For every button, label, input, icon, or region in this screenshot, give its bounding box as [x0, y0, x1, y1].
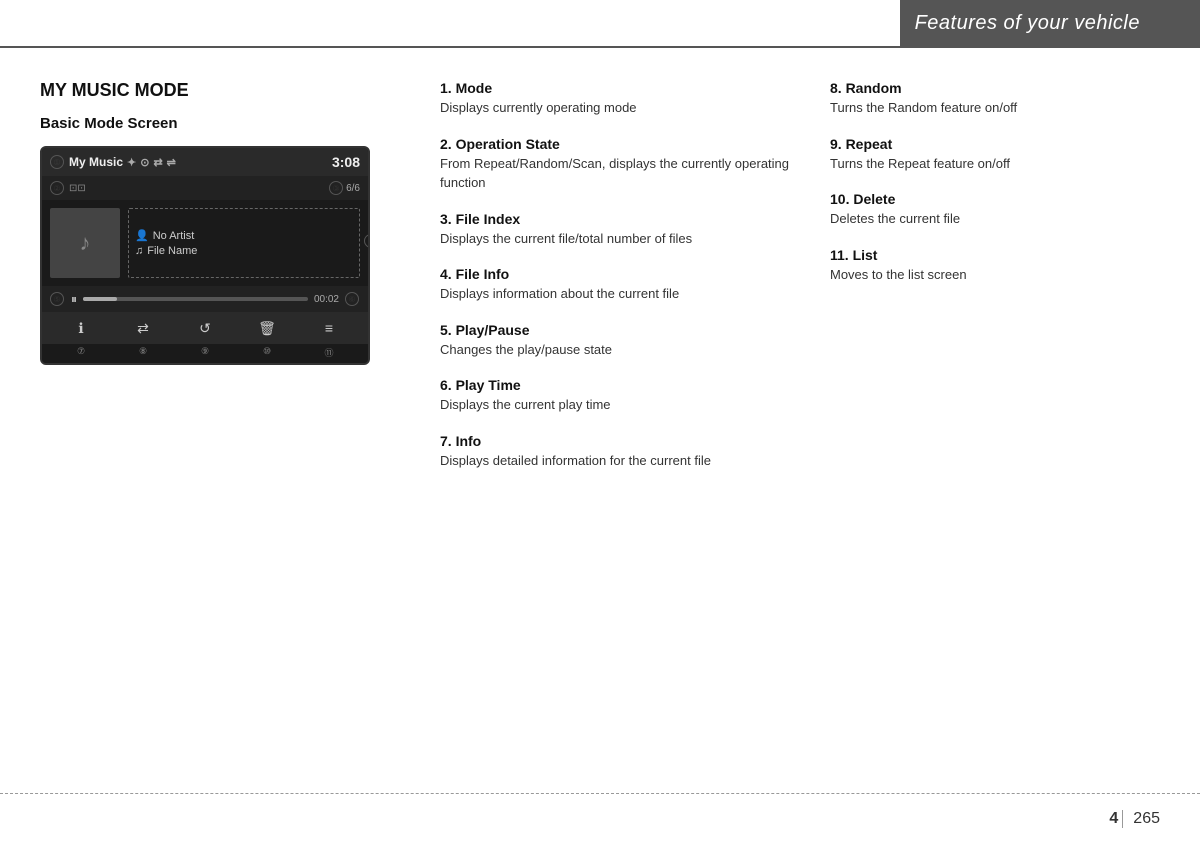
section-title: MY MUSIC MODE — [40, 80, 420, 101]
screen-controls: ℹ ⇄ ↺ 🗑 ≡ — [42, 312, 368, 344]
item-6: 6. Play Time Displays the current play t… — [440, 377, 800, 415]
screen-main: ♪ 👤 No Artist ♫ File Name ④ — [42, 200, 368, 286]
label-4-outside: ④ — [364, 234, 370, 252]
shuffle-btn[interactable]: ⇄ — [125, 320, 161, 337]
ctrl-label-10: ⑩ — [249, 346, 285, 359]
item-10: 10. Delete Deletes the current file — [830, 191, 1160, 229]
item-10-desc: Deletes the current file — [830, 209, 1160, 229]
item-10-title: 10. Delete — [830, 191, 1160, 207]
screen-top-left: ① My Music ✦ ⊙ ⇄ ⇌ — [50, 155, 176, 169]
info-icon: ℹ — [78, 320, 83, 337]
item-2: 2. Operation State From Repeat/Random/Sc… — [440, 136, 800, 193]
progress-track — [83, 297, 308, 301]
mode-label: My Music — [69, 155, 123, 169]
item-11-title: 11. List — [830, 247, 1160, 263]
label-6: ⑥ — [345, 292, 359, 306]
item-9-desc: Turns the Repeat feature on/off — [830, 154, 1160, 174]
item-8: 8. Random Turns the Random feature on/of… — [830, 80, 1160, 118]
track-name: ♫ File Name — [135, 245, 353, 257]
left-column: MY MUSIC MODE Basic Mode Screen ① My Mus… — [40, 60, 420, 783]
item-4: 4. File Info Displays information about … — [440, 266, 800, 304]
list-btn[interactable]: ≡ — [311, 320, 347, 336]
item-1-title: 1. Mode — [440, 80, 800, 96]
info-btn[interactable]: ℹ — [63, 320, 99, 337]
item-6-title: 6. Play Time — [440, 377, 800, 393]
item-11: 11. List Moves to the list screen — [830, 247, 1160, 285]
item-2-desc: From Repeat/Random/Scan, displays the cu… — [440, 154, 800, 193]
item-5-title: 5. Play/Pause — [440, 322, 800, 338]
item-6-desc: Displays the current play time — [440, 395, 800, 415]
play-time: 00:02 — [314, 294, 339, 305]
screen-middle-bar: ② ⊡⊡ ③ 6/6 — [42, 176, 368, 200]
label-5: ⑤ — [50, 292, 64, 306]
item-5-desc: Changes the play/pause state — [440, 340, 800, 360]
list-icon: ≡ — [325, 320, 333, 336]
screen-mockup: ① My Music ✦ ⊙ ⇄ ⇌ 3:08 ② ⊡⊡ ③ 6/6 — [40, 146, 370, 365]
screen-time: 3:08 — [332, 154, 360, 170]
subsection-title: Basic Mode Screen — [40, 115, 420, 132]
screen-middle-left: ② ⊡⊡ — [50, 181, 86, 195]
label-3: ③ — [329, 181, 343, 195]
screen-labels-row: ⑦ ⑧ ⑨ ⑩ ⑪ — [42, 344, 368, 363]
item-11-desc: Moves to the list screen — [830, 265, 1160, 285]
header-title: Features of your vehicle — [915, 12, 1160, 35]
item-2-title: 2. Operation State — [440, 136, 800, 152]
screen-top-bar: ① My Music ✦ ⊙ ⇄ ⇌ 3:08 — [42, 148, 368, 176]
screen-progress-bar: ⑤ ⏸ 00:02 ⑥ — [42, 286, 368, 312]
repeat-btn[interactable]: ↺ — [187, 320, 223, 337]
album-art: ♪ — [50, 208, 120, 278]
pause-icon: ⏸ — [71, 292, 77, 307]
music-icon: ♪ — [80, 230, 91, 256]
middle-column: 1. Mode Displays currently operating mod… — [420, 60, 800, 783]
repeat-icon: ↺ — [199, 320, 211, 337]
shuffle-icon: ⇄ — [137, 320, 149, 337]
person-icon: 👤 — [135, 229, 149, 242]
item-8-title: 8. Random — [830, 80, 1160, 96]
item-5: 5. Play/Pause Changes the play/pause sta… — [440, 322, 800, 360]
screen-middle-right: ③ 6/6 — [329, 181, 360, 195]
label-1: ① — [50, 155, 64, 169]
track-count: 6/6 — [346, 183, 360, 194]
item-7-desc: Displays detailed information for the cu… — [440, 451, 800, 471]
arrow-icon: ⇄ — [153, 156, 162, 169]
footer: 4 265 — [0, 793, 1200, 843]
item-3-title: 3. File Index — [440, 211, 800, 227]
bluetooth-icon: ✦ — [127, 156, 136, 169]
item-7-title: 7. Info — [440, 433, 800, 449]
right-column: 8. Random Turns the Random feature on/of… — [800, 60, 1160, 783]
item-1-desc: Displays currently operating mode — [440, 98, 800, 118]
page-number: 265 — [1122, 810, 1160, 828]
item-7: 7. Info Displays detailed information fo… — [440, 433, 800, 471]
page-section-number: 4 — [1109, 810, 1118, 828]
item-3-desc: Displays the current file/total number o… — [440, 229, 800, 249]
item-4-title: 4. File Info — [440, 266, 800, 282]
progress-fill — [83, 297, 117, 301]
delete-btn[interactable]: 🗑 — [249, 320, 285, 337]
arrows-icon: ⇌ — [167, 156, 176, 169]
trash-icon: 🗑 — [258, 320, 276, 337]
ctrl-label-7: ⑦ — [63, 346, 99, 359]
item-9: 9. Repeat Turns the Repeat feature on/of… — [830, 136, 1160, 174]
note-icon: ♫ — [135, 245, 143, 257]
track-artist: 👤 No Artist — [135, 229, 353, 242]
item-9-title: 9. Repeat — [830, 136, 1160, 152]
item-4-desc: Displays information about the current f… — [440, 284, 800, 304]
item-8-desc: Turns the Random feature on/off — [830, 98, 1160, 118]
track-info-box: 👤 No Artist ♫ File Name ④ — [128, 208, 360, 278]
ctrl-label-8: ⑧ — [125, 346, 161, 359]
item-3: 3. File Index Displays the current file/… — [440, 211, 800, 249]
main-content: MY MUSIC MODE Basic Mode Screen ① My Mus… — [0, 60, 1200, 783]
ctrl-label-11: ⑪ — [311, 346, 347, 359]
label-2: ② — [50, 181, 64, 195]
op-state-icon: ⊡⊡ — [69, 183, 86, 194]
item-1: 1. Mode Displays currently operating mod… — [440, 80, 800, 118]
label-4: ④ — [364, 234, 370, 248]
ctrl-label-9: ⑨ — [187, 346, 223, 359]
settings-icon: ⊙ — [140, 156, 149, 169]
header: Features of your vehicle — [0, 0, 1200, 48]
